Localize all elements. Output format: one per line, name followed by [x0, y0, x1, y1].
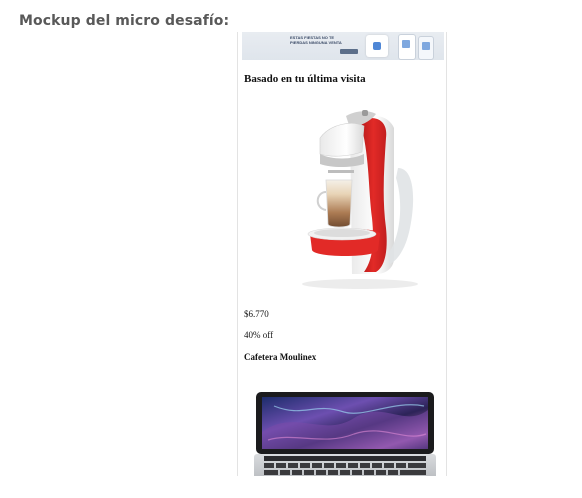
section-title: Basado en tu última visita — [244, 73, 366, 85]
product-discount: 40% off — [244, 330, 274, 340]
banner-cta-button — [340, 49, 358, 54]
mobile-mockup: Estas fiestas no te pierdas ninguna vent… — [237, 32, 447, 476]
laptop-image[interactable] — [254, 388, 436, 476]
promo-banner[interactable]: Estas fiestas no te pierdas ninguna vent… — [242, 32, 444, 60]
banner-card-icon — [366, 35, 388, 57]
coffee-maker-image[interactable] — [290, 108, 422, 292]
product-price: $6.770 — [244, 309, 269, 319]
banner-text: Estas fiestas no te pierdas ninguna vent… — [290, 35, 342, 45]
product-name[interactable]: Cafetera Moulinex — [244, 352, 316, 362]
banner-phone-icon-2 — [418, 36, 434, 60]
banner-phone-icon — [398, 34, 416, 60]
page-title: Mockup del micro desafío: — [19, 13, 230, 29]
